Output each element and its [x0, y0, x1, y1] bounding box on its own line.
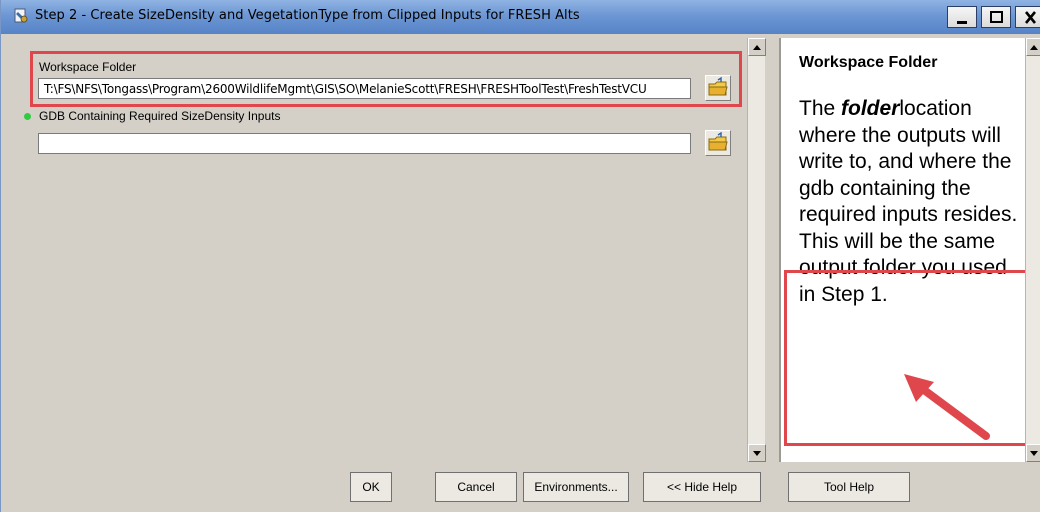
scroll-up-icon	[753, 45, 761, 50]
required-indicator	[24, 113, 31, 120]
help-scroll-down-button[interactable]	[1026, 444, 1040, 462]
window-title: Step 2 - Create SizeDensity and Vegetati…	[35, 8, 580, 23]
help-title: Workspace Folder	[799, 54, 938, 71]
maximize-button[interactable]	[981, 6, 1011, 28]
close-icon	[1024, 11, 1037, 24]
highlight-box-workspace	[30, 51, 742, 107]
help-text-lead: The	[799, 97, 842, 120]
title-bar[interactable]: Step 2 - Create SizeDensity and Vegetati…	[1, 0, 1040, 34]
environments-button[interactable]: Environments...	[523, 472, 629, 502]
tool-icon	[14, 8, 28, 23]
scroll-up-icon	[1030, 45, 1038, 50]
tool-help-button[interactable]: Tool Help	[788, 472, 910, 502]
scroll-up-button[interactable]	[748, 38, 766, 56]
scroll-down-icon	[753, 451, 761, 456]
gdb-inputs-label: GDB Containing Required SizeDensity Inpu…	[39, 109, 281, 123]
folder-icon	[708, 131, 728, 151]
minimize-icon	[957, 21, 967, 24]
cancel-button[interactable]: Cancel	[435, 472, 517, 502]
ok-button[interactable]: OK	[350, 472, 392, 502]
help-scroll-up-button[interactable]	[1026, 38, 1040, 56]
scroll-down-button[interactable]	[748, 444, 766, 462]
help-scrollbar[interactable]	[1025, 38, 1040, 462]
minimize-button[interactable]	[947, 6, 977, 28]
gdb-inputs-input[interactable]	[38, 133, 691, 154]
close-button[interactable]	[1015, 6, 1040, 28]
gdb-browse-button[interactable]	[705, 130, 731, 156]
hide-help-button[interactable]: << Hide Help	[643, 472, 761, 502]
parameters-scrollbar[interactable]	[747, 38, 766, 462]
scroll-down-icon	[1030, 451, 1038, 456]
arrow-icon	[904, 374, 990, 440]
tool-dialog: Step 2 - Create SizeDensity and Vegetati…	[0, 0, 1040, 512]
help-text-emphasis: folder	[841, 97, 900, 120]
maximize-icon	[990, 11, 1003, 23]
